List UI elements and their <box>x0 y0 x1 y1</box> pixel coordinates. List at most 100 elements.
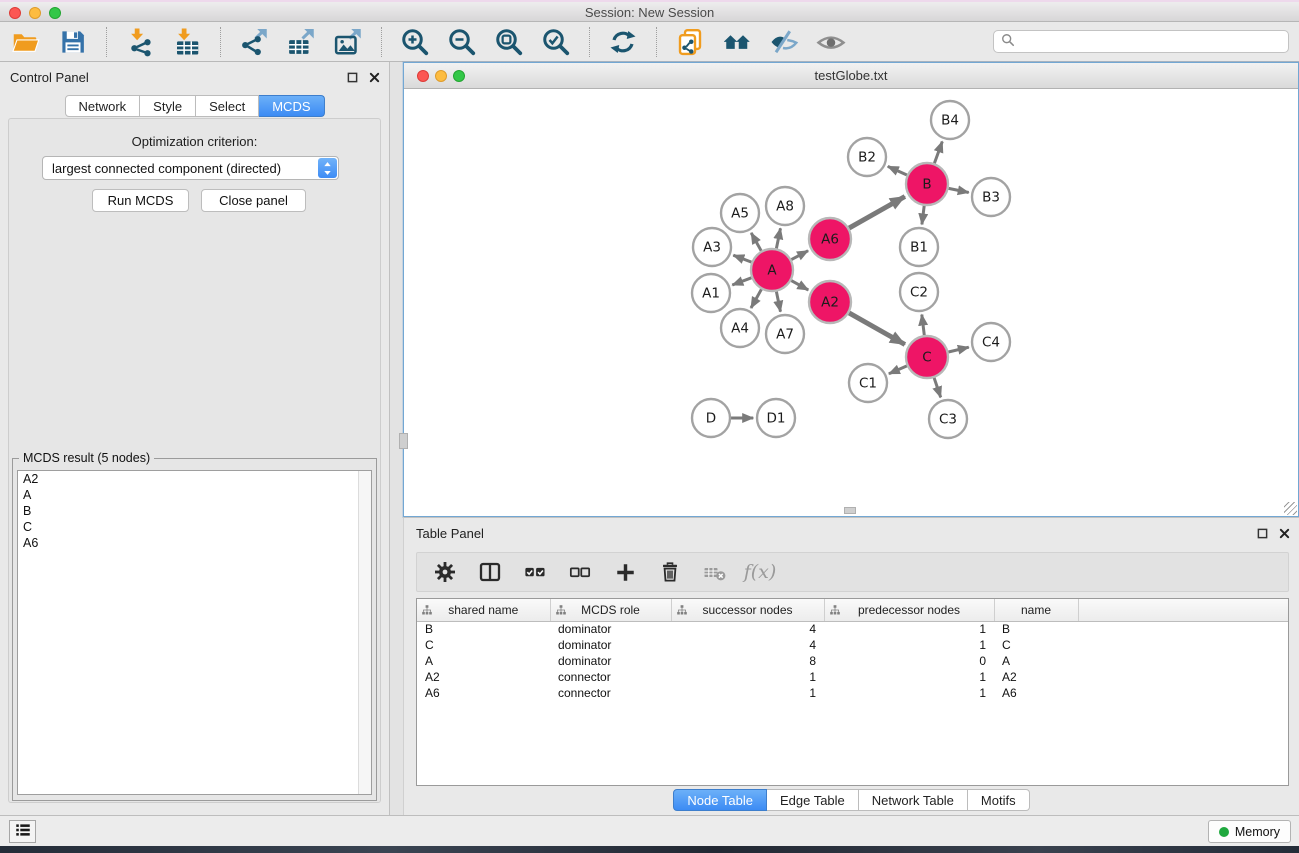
cell[interactable]: A <box>417 653 550 669</box>
close-panel-button[interactable]: Close panel <box>201 189 306 212</box>
tab-edge-table[interactable]: Edge Table <box>767 789 859 811</box>
open-session-icon[interactable] <box>8 25 44 59</box>
edge-A2-C[interactable] <box>849 313 905 345</box>
edge-A-A1[interactable] <box>732 278 751 285</box>
cell[interactable]: A2 <box>417 669 550 685</box>
export-image-icon[interactable] <box>330 25 366 59</box>
close-table-panel-icon[interactable] <box>1278 527 1291 540</box>
node-A4[interactable]: A4 <box>721 309 759 347</box>
cell[interactable]: 4 <box>671 637 824 653</box>
edge-C-C3[interactable] <box>934 378 941 398</box>
node-D1[interactable]: D1 <box>757 399 795 437</box>
column-header-predecessor-nodes[interactable]: predecessor nodes <box>824 599 994 621</box>
zoom-fit-icon[interactable] <box>491 25 527 59</box>
import-network-icon[interactable] <box>122 25 158 59</box>
cell[interactable]: connector <box>550 669 671 685</box>
mcds-result-item[interactable]: A2 <box>18 471 371 487</box>
node-D[interactable]: D <box>692 399 730 437</box>
cell[interactable]: A2 <box>994 669 1078 685</box>
cell[interactable]: 1 <box>824 621 994 637</box>
mcds-result-item[interactable]: C <box>18 519 371 535</box>
mcds-result-item[interactable]: A <box>18 487 371 503</box>
cell[interactable]: 1 <box>824 669 994 685</box>
cell[interactable]: dominator <box>550 637 671 653</box>
edge-A-A5[interactable] <box>751 233 761 251</box>
export-table-icon[interactable] <box>283 25 319 59</box>
node-C4[interactable]: C4 <box>972 323 1010 361</box>
node-A1[interactable]: A1 <box>692 274 730 312</box>
search-input[interactable] <box>1020 35 1281 49</box>
edge-A-A3[interactable] <box>733 255 751 262</box>
float-table-panel-icon[interactable] <box>1256 527 1269 540</box>
import-table-icon[interactable] <box>169 25 205 59</box>
refresh-icon[interactable] <box>605 25 641 59</box>
horizontal-scroll-thumb[interactable] <box>844 507 856 514</box>
tab-select[interactable]: Select <box>196 95 259 117</box>
memory-button[interactable]: Memory <box>1208 820 1291 843</box>
node-B3[interactable]: B3 <box>972 178 1010 216</box>
node-A2[interactable]: A2 <box>809 281 851 323</box>
cell[interactable]: 1 <box>671 669 824 685</box>
node-A5[interactable]: A5 <box>721 194 759 232</box>
node-C[interactable]: C <box>906 336 948 378</box>
zoom-selected-icon[interactable] <box>538 25 574 59</box>
settings-gear-icon[interactable] <box>431 558 459 586</box>
delete-row-icon[interactable] <box>656 558 684 586</box>
cell[interactable]: B <box>417 621 550 637</box>
node-B1[interactable]: B1 <box>900 228 938 266</box>
edge-A-A8[interactable] <box>776 228 780 248</box>
network-window-titlebar[interactable]: testGlobe.txt <box>404 63 1298 89</box>
node-B[interactable]: B <box>906 163 948 205</box>
column-header-successor-nodes[interactable]: successor nodes <box>671 599 824 621</box>
tab-style[interactable]: Style <box>140 95 196 117</box>
node-B4[interactable]: B4 <box>931 101 969 139</box>
node-C2[interactable]: C2 <box>900 273 938 311</box>
edge-B-B3[interactable] <box>949 188 969 192</box>
toggle-columns-icon[interactable] <box>476 558 504 586</box>
edge-A-A6[interactable] <box>791 251 808 260</box>
cell[interactable]: 0 <box>824 653 994 669</box>
zoom-out-icon[interactable] <box>444 25 480 59</box>
cell[interactable]: C <box>417 637 550 653</box>
export-network-icon[interactable] <box>236 25 272 59</box>
cell[interactable]: A <box>994 653 1078 669</box>
task-history-button[interactable] <box>9 820 36 843</box>
cell[interactable]: 4 <box>671 621 824 637</box>
float-panel-icon[interactable] <box>346 71 359 84</box>
edge-A6-B[interactable] <box>849 197 905 229</box>
vertical-scroll-thumb[interactable] <box>399 433 408 449</box>
node-A3[interactable]: A3 <box>693 228 731 266</box>
cell[interactable]: 1 <box>671 685 824 701</box>
cell[interactable]: 1 <box>824 637 994 653</box>
resize-grip[interactable] <box>1284 502 1297 515</box>
tab-network[interactable]: Network <box>64 95 140 117</box>
houses-icon[interactable] <box>719 25 755 59</box>
node-C1[interactable]: C1 <box>849 364 887 402</box>
cell[interactable]: dominator <box>550 621 671 637</box>
zoom-in-icon[interactable] <box>397 25 433 59</box>
tab-network-table[interactable]: Network Table <box>859 789 968 811</box>
column-header-shared-name[interactable]: shared name <box>417 599 550 621</box>
save-session-icon[interactable] <box>55 25 91 59</box>
cell[interactable]: B <box>994 621 1078 637</box>
node-A6[interactable]: A6 <box>809 218 851 260</box>
select-all-checkboxes-icon[interactable] <box>521 558 549 586</box>
mcds-result-item[interactable]: A6 <box>18 535 371 551</box>
mcds-result-item[interactable]: B <box>18 503 371 519</box>
cell[interactable]: 1 <box>824 685 994 701</box>
tab-mcds[interactable]: MCDS <box>259 95 324 117</box>
node-B2[interactable]: B2 <box>848 138 886 176</box>
search-box[interactable] <box>993 30 1289 53</box>
network-canvas[interactable]: B4 B2 B B3 A8 A5 A6 B1 A3 A A1 C2 A2 A4 … <box>404 89 1298 516</box>
cell[interactable]: 8 <box>671 653 824 669</box>
node-A[interactable]: A <box>751 249 793 291</box>
result-scrollbar[interactable] <box>358 471 371 794</box>
edge-C-C2[interactable] <box>922 315 925 336</box>
column-header-name[interactable]: name <box>994 599 1078 621</box>
column-header-MCDS-role[interactable]: MCDS role <box>550 599 671 621</box>
deselect-all-checkboxes-icon[interactable] <box>566 558 594 586</box>
duplicate-network-icon[interactable] <box>672 25 708 59</box>
cell[interactable]: A6 <box>994 685 1078 701</box>
node-A7[interactable]: A7 <box>766 315 804 353</box>
edge-B-B1[interactable] <box>922 206 924 225</box>
